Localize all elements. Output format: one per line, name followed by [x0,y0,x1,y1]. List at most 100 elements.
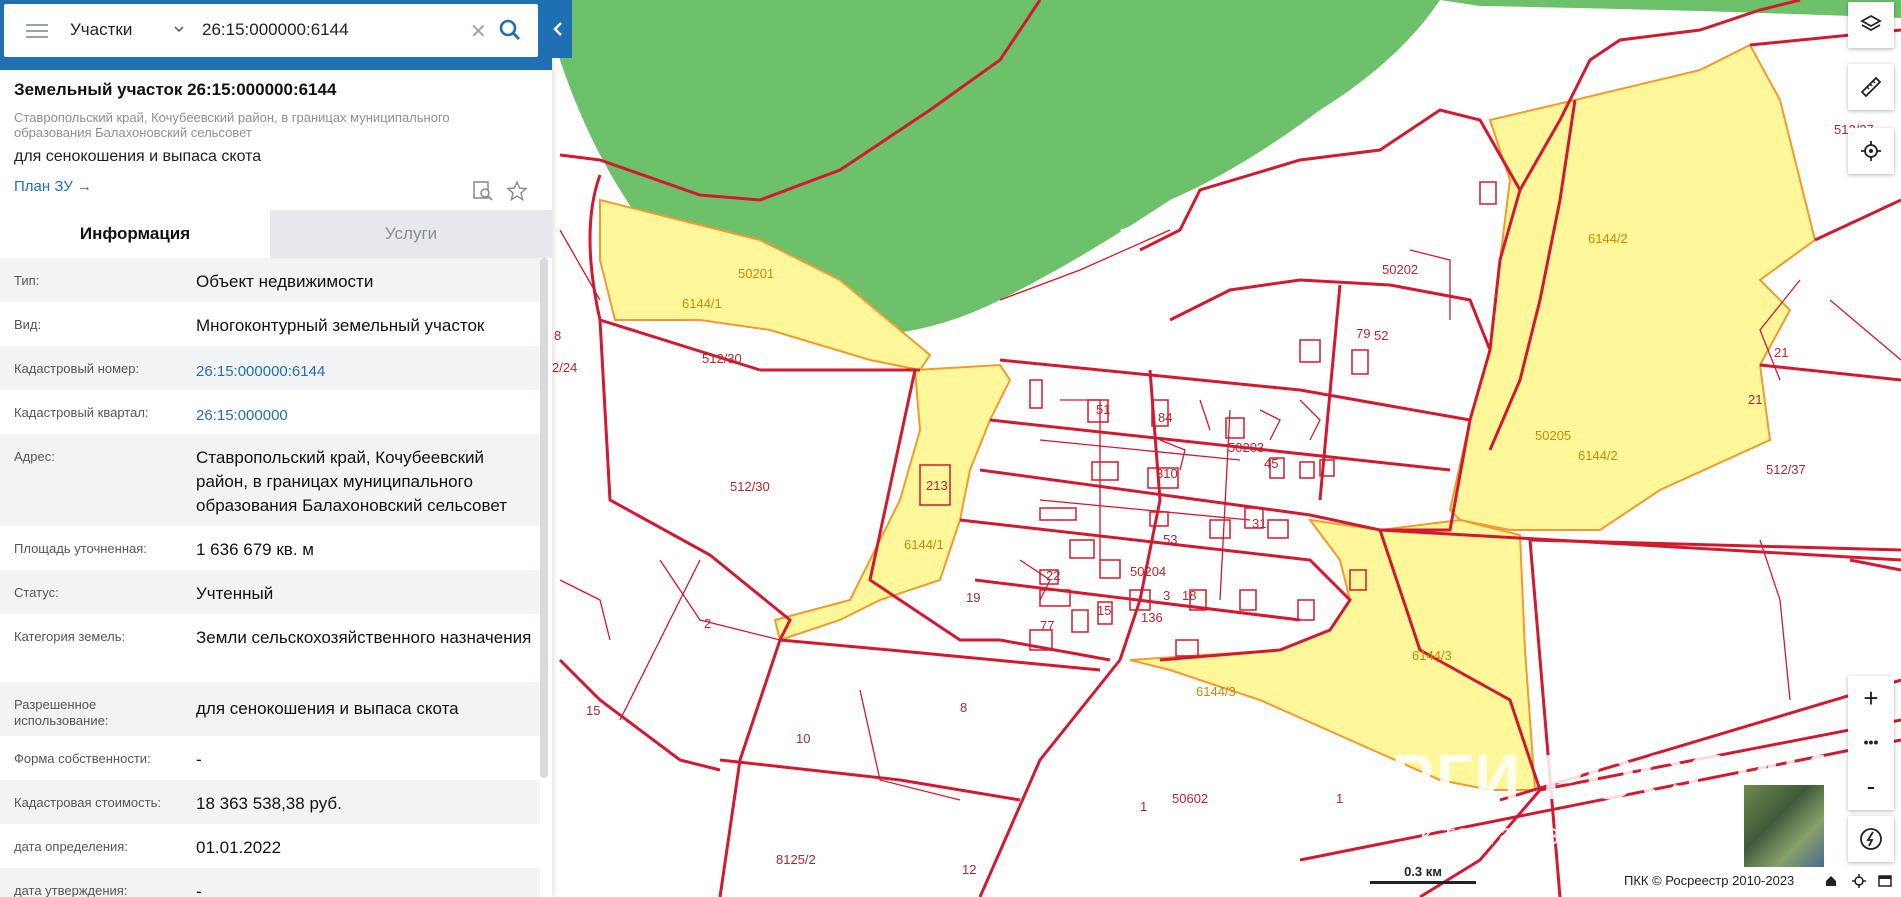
fullscreen-icon[interactable] [1878,874,1892,888]
menu-icon[interactable] [26,24,48,38]
map-label: 136 [1141,610,1163,625]
map-label: 512/30 [702,351,742,366]
map-label: 12 [962,862,977,877]
target-icon[interactable] [1852,874,1866,888]
compass-button[interactable] [1848,816,1894,862]
tab-bar: Информация Услуги [0,210,552,258]
map-label: 512/30 [730,479,770,494]
info-row: Кадастровый квартал: 26:15:000000 [0,390,540,434]
info-row: Статус: Учтенный [0,570,540,614]
map-label: 2/24 [552,360,578,375]
info-value: 18 363 538,38 руб. [196,794,342,813]
info-row: Адрес: Ставропольский край, Кочубеевский… [0,434,540,526]
locate-button[interactable] [1848,128,1894,174]
search-category-select[interactable]: Участки [70,20,132,40]
info-label: Категория земель: [14,629,126,644]
map-label: 213 [926,478,948,493]
info-label: Тип: [14,273,40,288]
map-label: 51 [1096,402,1111,417]
collapse-panel-button[interactable] [545,0,572,58]
map-label: 50203 [1228,440,1265,455]
info-row: Кадастровая стоимость: 18 363 538,38 руб… [0,780,540,824]
map-label: 512/37 [1766,462,1806,477]
map-label: 50204 [1130,564,1167,579]
scale-bar: 0.3 км [1370,864,1476,884]
contour-6144-2 [1448,43,1817,531]
map-label: 6144/2 [1588,231,1628,246]
basemap-thumbnail[interactable] [1742,783,1826,869]
map-label: 50201 [738,266,775,281]
info-row: Вид: Многоконтурный земельный участок [0,302,540,346]
compass-icon [1860,828,1882,850]
info-label: Кадастровый квартал: [14,405,149,420]
info-value: Ставропольский край, Кочубеевский район,… [196,448,507,515]
info-label: Кадастровый номер: [14,361,140,376]
layers-icon [1860,14,1882,32]
search-box: Участки 26:15:000000:6144 ✕ [4,4,538,57]
map-label: 6144/2 [1578,448,1618,463]
map-label: 21 [1748,392,1763,407]
info-value: - [196,882,202,897]
chevron-down-icon[interactable] [174,24,184,34]
parcel-title: Земельный участок 26:15:000000:6144 [14,80,337,99]
zoom-in-button[interactable]: + [1848,676,1894,720]
cadastral-number-link[interactable]: 26:15:000000:6144 [196,360,536,384]
water-area-2 [1440,0,1901,18]
map-label: 50602 [1172,791,1209,806]
copyright: ПКК © Росреестр 2010-2023 [1624,873,1795,888]
crosshair-icon [1861,141,1881,161]
map-label: 21 [1774,345,1789,360]
map-label: 8 [960,700,968,715]
scrollbar[interactable] [540,258,548,778]
tab-information[interactable]: Информация [0,210,270,258]
layers-button[interactable] [1848,2,1894,48]
map-label: 8 [554,328,562,343]
clear-icon[interactable]: ✕ [470,19,487,44]
ruler-icon [1860,76,1882,98]
info-label: Адрес: [14,449,55,464]
zoom-out-button[interactable]: - [1848,764,1894,808]
view-on-map-icon[interactable] [472,180,494,202]
plan-link[interactable]: План ЗУ → [14,178,92,195]
info-row: Тип: Объект недвижимости [0,258,540,302]
map-label: 22 [1046,568,1061,583]
map-label: 1 [1140,799,1148,814]
map-label: 15 [1097,603,1112,618]
watermark-subtitle: к торгам в [1420,818,1561,851]
map-label: 19 [966,590,981,605]
map-label: 6144/1 [682,296,722,311]
map-label: 84 [1158,410,1173,425]
info-row: Кадастровый номер: 26:15:000000:6144 [0,346,540,390]
map-label: 15 [586,703,601,718]
info-panel: Участки 26:15:000000:6144 ✕ Земельный уч… [0,0,552,897]
measure-button[interactable] [1848,64,1894,110]
map-label: 53 [1163,532,1178,547]
tab-services[interactable]: Услуги [270,210,552,258]
home-icon[interactable] [1824,874,1838,888]
map-label: 6144/3 [1196,684,1236,699]
scale-line [1370,881,1476,884]
map-label: 6144/3 [1412,648,1452,663]
info-value: Многоконтурный земельный участок [196,316,485,335]
more-button[interactable]: ••• [1848,720,1894,764]
parcel-address: Ставропольский край, Кочубеевский район,… [14,110,450,140]
info-value: Учтенный [196,584,274,603]
map-label: 50205 [1535,428,1572,443]
map-label: 77 [1040,618,1055,633]
info-label: дата утверждения: [14,883,128,897]
map-label: 10 [796,731,811,746]
info-row: дата определения: 01.01.2022 [0,824,540,868]
parcel-purpose: для сенокошения и выпаса скота [14,148,262,165]
star-icon[interactable] [506,180,528,202]
map-label: 18 [1182,588,1197,603]
info-label: Вид: [14,317,42,332]
cadastral-quarter-link[interactable]: 26:15:000000 [196,404,536,428]
info-label: Статус: [14,585,59,600]
search-input[interactable]: 26:15:000000:6144 [202,20,349,40]
map-label: 2 [704,616,712,631]
info-label: дата определения: [14,839,128,854]
map-label: 52 [1374,328,1389,343]
map-label: 45 [1264,456,1279,471]
search-icon[interactable] [498,18,522,42]
map-label: 6144/1 [904,537,944,552]
